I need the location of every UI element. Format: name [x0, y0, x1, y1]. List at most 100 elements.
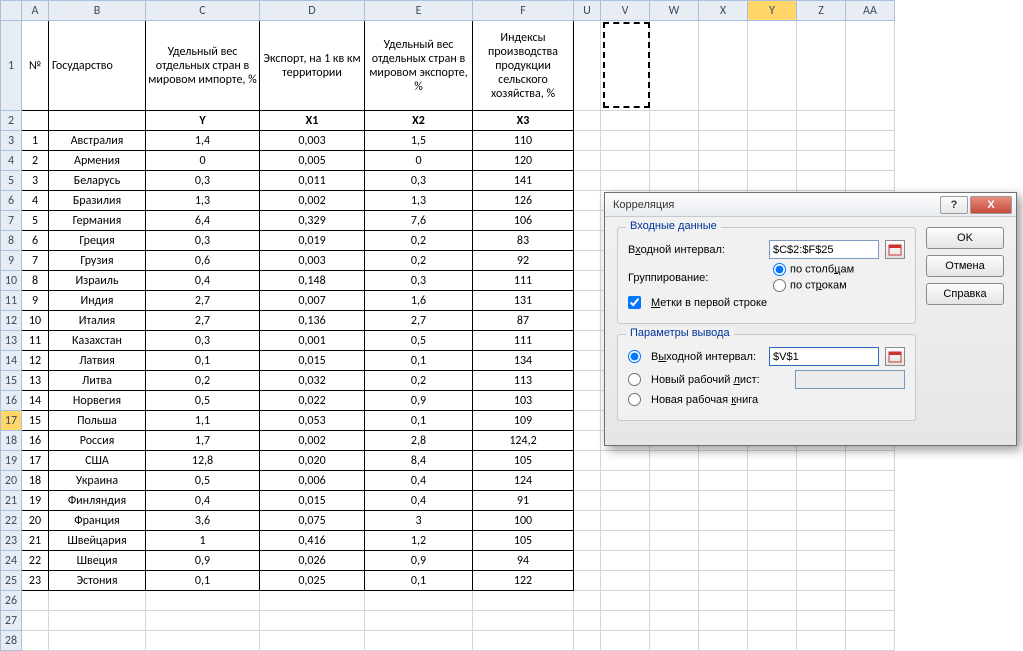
cell[interactable] [748, 511, 797, 531]
cell[interactable] [601, 171, 650, 191]
row-header-6[interactable]: 6 [1, 191, 22, 211]
input-range-field[interactable] [769, 240, 879, 259]
row-header-10[interactable]: 10 [1, 271, 22, 291]
cell[interactable] [846, 531, 895, 551]
cell[interactable]: 7 [22, 251, 49, 271]
cell[interactable]: 0,3 [146, 331, 260, 351]
cell[interactable]: 0,1 [146, 351, 260, 371]
cell[interactable]: Удельный вес отдельных стран в мировом и… [146, 21, 260, 111]
cell[interactable] [601, 151, 650, 171]
cell[interactable]: 0,148 [260, 271, 365, 291]
cell[interactable] [574, 371, 601, 391]
cell[interactable]: Удельный вес отдельных стран в мировом э… [365, 21, 473, 111]
cell[interactable]: 0,4 [365, 491, 473, 511]
cell[interactable]: 1,2 [365, 531, 473, 551]
row-header-13[interactable]: 13 [1, 331, 22, 351]
dialog-help-button[interactable]: ? [940, 196, 968, 214]
dialog-close-button[interactable]: X [970, 196, 1012, 214]
cell[interactable]: 131 [473, 291, 574, 311]
cell[interactable]: Финляндия [49, 491, 146, 511]
cell[interactable] [574, 351, 601, 371]
cell[interactable]: Бразилия [49, 191, 146, 211]
col-header-C[interactable]: C [146, 1, 260, 21]
radio-new-sheet[interactable] [628, 373, 641, 386]
cell[interactable] [574, 291, 601, 311]
cell[interactable] [601, 551, 650, 571]
cell[interactable] [846, 131, 895, 151]
cell[interactable]: Казахстан [49, 331, 146, 351]
cell[interactable]: 0,1 [365, 411, 473, 431]
cell[interactable] [650, 131, 699, 151]
cell[interactable]: 0,1 [365, 351, 473, 371]
cell[interactable] [748, 531, 797, 551]
cell[interactable] [574, 111, 601, 131]
cell[interactable] [797, 591, 846, 611]
cell[interactable] [574, 611, 601, 631]
cell[interactable] [650, 151, 699, 171]
cell[interactable]: 1,4 [146, 131, 260, 151]
cell[interactable] [699, 131, 748, 151]
cell[interactable]: Израиль [49, 271, 146, 291]
cell[interactable]: 0,416 [260, 531, 365, 551]
cell[interactable] [846, 471, 895, 491]
row-header-8[interactable]: 8 [1, 231, 22, 251]
cell[interactable]: 0,006 [260, 471, 365, 491]
cell[interactable]: 2 [22, 151, 49, 171]
cell[interactable]: 1,7 [146, 431, 260, 451]
row-header-21[interactable]: 21 [1, 491, 22, 511]
cell[interactable]: 3 [365, 511, 473, 531]
cell[interactable]: X2 [365, 111, 473, 131]
cell[interactable] [699, 571, 748, 591]
cell[interactable]: 109 [473, 411, 574, 431]
row-header-27[interactable]: 27 [1, 611, 22, 631]
cell[interactable] [846, 171, 895, 191]
cell[interactable]: 0,053 [260, 411, 365, 431]
cell[interactable] [748, 21, 797, 111]
cell[interactable]: 0,5 [146, 471, 260, 491]
cell[interactable]: 0,9 [146, 551, 260, 571]
cell[interactable] [748, 171, 797, 191]
cell[interactable]: 3,6 [146, 511, 260, 531]
cell[interactable]: 120 [473, 151, 574, 171]
row-header-9[interactable]: 9 [1, 251, 22, 271]
col-header-D[interactable]: D [260, 1, 365, 21]
radio-new-book[interactable] [628, 393, 641, 406]
cell[interactable] [797, 571, 846, 591]
cell[interactable] [748, 551, 797, 571]
cell[interactable]: 83 [473, 231, 574, 251]
row-header-18[interactable]: 18 [1, 431, 22, 451]
cell[interactable]: 21 [22, 531, 49, 551]
cell[interactable] [650, 471, 699, 491]
cell[interactable]: Украина [49, 471, 146, 491]
cell[interactable]: 0,329 [260, 211, 365, 231]
col-header-corner[interactable] [1, 1, 22, 21]
cell[interactable] [574, 211, 601, 231]
cell[interactable]: 113 [473, 371, 574, 391]
cell[interactable]: 0,019 [260, 231, 365, 251]
cell[interactable] [846, 21, 895, 111]
row-header-16[interactable]: 16 [1, 391, 22, 411]
row-header-11[interactable]: 11 [1, 291, 22, 311]
cell[interactable] [146, 591, 260, 611]
cell[interactable] [748, 471, 797, 491]
cell[interactable]: 0,2 [365, 231, 473, 251]
cell[interactable]: Австралия [49, 131, 146, 151]
cell[interactable]: 0,3 [146, 231, 260, 251]
cell[interactable]: 0,075 [260, 511, 365, 531]
row-header-2[interactable]: 2 [1, 111, 22, 131]
cell[interactable] [797, 611, 846, 631]
cell[interactable]: 1 [22, 131, 49, 151]
cell[interactable]: 0,001 [260, 331, 365, 351]
cell[interactable] [797, 21, 846, 111]
cell[interactable]: Эстония [49, 571, 146, 591]
cell[interactable] [365, 631, 473, 651]
cell[interactable] [574, 231, 601, 251]
cell[interactable] [574, 571, 601, 591]
cell[interactable]: 2,7 [146, 311, 260, 331]
cell[interactable] [22, 631, 49, 651]
cell[interactable] [699, 21, 748, 111]
cell[interactable] [574, 391, 601, 411]
cell[interactable]: 1,1 [146, 411, 260, 431]
col-header-U[interactable]: U [574, 1, 601, 21]
cell[interactable]: Италия [49, 311, 146, 331]
